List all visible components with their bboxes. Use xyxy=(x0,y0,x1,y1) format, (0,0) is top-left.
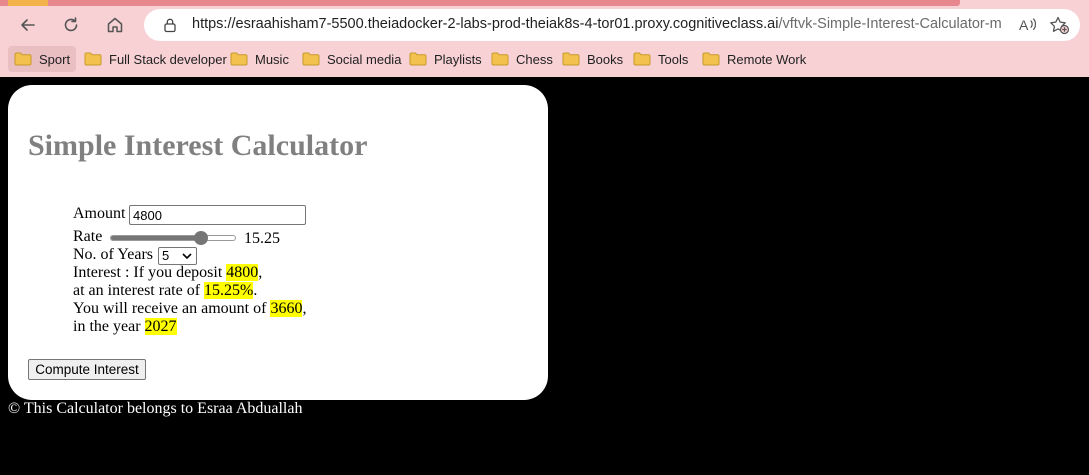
result-text: . xyxy=(253,282,258,299)
url-path: /vftvk-Simple-Interest-Calculator-mas... xyxy=(778,16,1002,32)
bookmark-label: Tools xyxy=(658,51,689,67)
bookmark-label: Sport xyxy=(39,51,71,67)
folder-icon xyxy=(633,52,651,66)
folder-icon xyxy=(14,52,32,66)
folder-icon xyxy=(702,52,720,66)
calculator-card: Simple Interest Calculator Amount Rate 1… xyxy=(8,85,548,400)
browser-toolbar: https://esraahisham7-5500.theiadocker-2-… xyxy=(0,6,1089,44)
folder-icon xyxy=(491,52,509,66)
result-text: in the year xyxy=(73,318,145,335)
result-amount: 3660 xyxy=(270,300,303,317)
rate-slider[interactable] xyxy=(110,235,236,241)
amount-row: Amount xyxy=(73,205,306,225)
folder-icon xyxy=(562,52,580,66)
bookmark-label: Music xyxy=(255,51,289,67)
rate-row: Rate 15.25 xyxy=(73,228,306,247)
result-deposit: 4800 xyxy=(226,264,259,281)
browser-chrome: https://esraahisham7-5500.theiadocker-2-… xyxy=(0,0,1089,77)
refresh-icon xyxy=(64,17,78,32)
bookmark-full-stack-developer[interactable]: Full Stack developer xyxy=(78,46,233,72)
rate-label: Rate xyxy=(73,228,103,245)
result-line-3: You will receive an amount of 3660, xyxy=(73,300,306,318)
bookmark-chess[interactable]: Chess xyxy=(485,46,559,72)
years-row: No. of Years 5 xyxy=(73,246,306,265)
amount-label: Amount xyxy=(73,205,126,222)
bookmark-label: Full Stack developer xyxy=(109,51,227,67)
url-host: https://esraahisham7-5500.theiadocker-2-… xyxy=(192,16,779,32)
refresh-button[interactable] xyxy=(56,10,86,40)
read-aloud-icon[interactable]: A xyxy=(1018,16,1038,34)
footer-copyright: © This Calculator belongs to Esraa Abdua… xyxy=(8,400,303,417)
rate-slider-fill xyxy=(111,236,204,240)
years-selected-value: 5 xyxy=(162,248,170,263)
lock-icon[interactable] xyxy=(162,17,178,33)
home-button[interactable] xyxy=(100,10,130,40)
years-select[interactable]: 5 xyxy=(158,247,197,265)
rate-slider-thumb[interactable] xyxy=(194,231,208,245)
bookmark-social-media[interactable]: Social media xyxy=(296,46,407,72)
bookmark-books[interactable]: Books xyxy=(556,46,629,72)
bookmark-label: Chess xyxy=(516,51,553,67)
chevron-down-icon xyxy=(182,253,192,260)
bookmark-playlists[interactable]: Playlists xyxy=(403,46,488,72)
address-bar[interactable]: https://esraahisham7-5500.theiadocker-2-… xyxy=(144,9,1080,41)
bookmark-sport[interactable]: Sport xyxy=(8,46,77,72)
page-title: Simple Interest Calculator xyxy=(28,129,368,162)
folder-icon xyxy=(302,52,320,66)
amount-input[interactable] xyxy=(129,205,306,225)
bookmark-label: Remote Work xyxy=(727,51,807,67)
back-arrow-icon xyxy=(21,19,35,31)
add-favorite-icon[interactable] xyxy=(1048,15,1070,35)
compute-interest-button[interactable]: Compute Interest xyxy=(28,359,146,380)
result-rate: 15.25% xyxy=(204,282,254,299)
home-icon xyxy=(107,17,123,33)
folder-icon xyxy=(230,52,248,66)
bookmark-remote-work[interactable]: Remote Work xyxy=(696,46,812,72)
bookmark-tools[interactable]: Tools xyxy=(627,46,694,72)
bookmark-label: Books xyxy=(587,51,624,67)
back-button[interactable] xyxy=(13,10,43,40)
result-text: at an interest rate of xyxy=(73,282,205,299)
result-text: , xyxy=(258,264,263,281)
bookmark-music[interactable]: Music xyxy=(224,46,295,72)
url-text[interactable]: https://esraahisham7-5500.theiadocker-2-… xyxy=(192,16,1002,32)
folder-icon xyxy=(409,52,427,66)
result-line-1: Interest : If you deposit 4800, xyxy=(73,264,306,282)
bookmarks-bar: Sport Full Stack developer Music Social … xyxy=(0,44,1089,74)
calculator-form: Amount Rate 15.25 No. of Years 5 Interes… xyxy=(73,205,306,335)
result-line-2: at an interest rate of 15.25%. xyxy=(73,282,306,300)
result-year: 2027 xyxy=(144,318,177,335)
bookmark-label: Playlists xyxy=(434,51,482,67)
svg-text:A: A xyxy=(1019,17,1029,33)
result-line-4: in the year 2027 xyxy=(73,318,306,336)
folder-icon xyxy=(84,52,102,66)
result-text: Interest : If you deposit xyxy=(73,264,227,281)
bookmark-label: Social media xyxy=(327,51,402,67)
result-text: You will receive an amount of xyxy=(73,300,271,317)
result-text: , xyxy=(302,300,307,317)
years-label: No. of Years xyxy=(73,246,153,263)
